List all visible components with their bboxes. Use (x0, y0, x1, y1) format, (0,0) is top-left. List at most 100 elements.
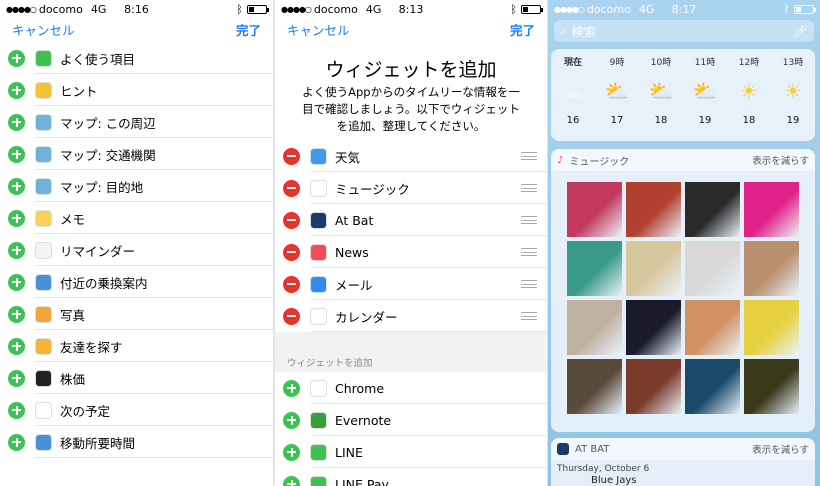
add-circle-icon[interactable] (8, 49, 25, 67)
add-widget-row[interactable]: 次の予定 (0, 394, 273, 426)
remove-circle-icon[interactable] (283, 179, 300, 197)
add-widget-row[interactable]: メモ (0, 202, 273, 234)
album-artwork[interactable] (744, 241, 799, 296)
album-artwork[interactable] (685, 359, 740, 414)
calendar-icon (310, 307, 327, 325)
add-circle-icon[interactable] (8, 337, 25, 355)
album-artwork[interactable] (685, 182, 740, 237)
add-widget-row[interactable]: 付近の乗換案内 (0, 266, 273, 298)
add-widget-row[interactable]: リマインダー (0, 234, 273, 266)
add-widget-row[interactable]: マップ: 目的地 (0, 170, 273, 202)
reorder-handle-icon[interactable] (521, 152, 537, 160)
add-widget-row[interactable]: 移動所要時間 (0, 426, 273, 458)
add-circle-icon[interactable] (8, 273, 25, 291)
active-widget-row[interactable]: メール (275, 268, 547, 300)
status-time: 8:17 (671, 2, 697, 16)
add-circle-icon[interactable] (8, 369, 25, 387)
remove-circle-icon[interactable] (283, 307, 300, 325)
add-widget-row[interactable]: LINE Pay (275, 468, 547, 486)
add-circle-icon[interactable] (8, 433, 25, 451)
reminders-icon (35, 241, 52, 259)
add-circle-icon[interactable] (8, 209, 25, 227)
add-circle-icon[interactable] (8, 113, 25, 131)
active-widget-row[interactable]: カレンダー (275, 300, 547, 332)
weather-temperature: 16 (566, 115, 580, 126)
active-widget-row[interactable]: 天気 (275, 140, 547, 172)
add-circle-icon[interactable] (8, 241, 25, 259)
remove-circle-icon[interactable] (283, 275, 300, 293)
widget-label: News (335, 244, 369, 260)
add-widget-row[interactable]: LINE (275, 436, 547, 468)
add-widget-row[interactable]: マップ: 交通機関 (0, 138, 273, 170)
album-artwork[interactable] (567, 182, 622, 237)
album-artwork[interactable] (744, 182, 799, 237)
add-circle-icon[interactable] (283, 475, 300, 486)
cloud-icon: ☁ (563, 79, 583, 103)
reorder-handle-icon[interactable] (521, 216, 537, 224)
remove-circle-icon[interactable] (283, 147, 300, 165)
widget-label: Chrome (335, 380, 385, 396)
microphone-icon[interactable]: 🎤︎ (793, 24, 808, 38)
album-artwork[interactable] (744, 300, 799, 355)
weather-widget[interactable]: 現在 9時 10時 11時 12時 13時 ☁ ⛅ ⛅ ⛅ ☀ ☀ 16 17 18 19 18 19 (551, 49, 815, 141)
add-widget-row[interactable]: 友達を探す (0, 330, 273, 362)
add-widget-row[interactable]: よく使う項目 (0, 42, 273, 74)
weather-hour-label: 13時 (782, 58, 804, 68)
reorder-handle-icon[interactable] (521, 312, 537, 320)
active-widget-row[interactable]: ミュージック (275, 172, 547, 204)
album-artwork[interactable] (685, 241, 740, 296)
nav-bar: キャンセル 完了 (0, 18, 273, 40)
reorder-handle-icon[interactable] (521, 280, 537, 288)
add-circle-icon[interactable] (8, 81, 25, 99)
add-circle-icon[interactable] (8, 305, 25, 323)
album-artwork[interactable] (626, 359, 681, 414)
remove-circle-icon[interactable] (283, 243, 300, 261)
add-circle-icon[interactable] (283, 379, 300, 397)
widget-label: Evernote (335, 412, 392, 428)
add-circle-icon[interactable] (8, 145, 25, 163)
done-button[interactable]: 完了 (510, 20, 535, 39)
remove-circle-icon[interactable] (283, 211, 300, 229)
album-artwork[interactable] (626, 300, 681, 355)
atbat-widget: AT BAT 表示を減らす Thursday, October 6 Blue J… (551, 438, 815, 486)
add-circle-icon[interactable] (8, 177, 25, 195)
add-circle-icon[interactable] (8, 401, 25, 419)
search-placeholder: 検索 (571, 24, 596, 39)
cancel-button[interactable]: キャンセル (287, 20, 350, 39)
widget-label: 株価 (60, 371, 86, 387)
active-widget-row[interactable]: News (275, 236, 547, 268)
cancel-button[interactable]: キャンセル (12, 20, 75, 39)
sun-icon: ☀ (784, 79, 802, 103)
add-circle-icon[interactable] (283, 443, 300, 461)
add-widget-row[interactable]: 株価 (0, 362, 273, 394)
page-title: ウィジェットを追加 (325, 59, 497, 81)
add-widget-row[interactable]: Chrome (275, 372, 547, 404)
done-button[interactable]: 完了 (236, 20, 261, 39)
add-circle-icon[interactable] (283, 411, 300, 429)
today-view-panel: ●●●●○ docomo 4G 8:17 ᛒ ⌕ 検索 🎤︎ 現在 9時 10時 11… (548, 0, 820, 486)
album-artwork[interactable] (626, 182, 681, 237)
add-widget-row[interactable]: 写真 (0, 298, 273, 330)
add-widget-row[interactable]: ヒント (0, 74, 273, 106)
widget-label: ヒント (60, 83, 98, 99)
game-date: Thursday, October 6 (557, 464, 650, 474)
lightbulb-icon (35, 81, 52, 99)
album-artwork[interactable] (626, 241, 681, 296)
show-less-button[interactable]: 表示を減らす (752, 442, 809, 456)
widget-label: 付近の乗換案内 (60, 275, 148, 291)
album-artwork[interactable] (685, 300, 740, 355)
active-widget-row[interactable]: At Bat (275, 204, 547, 236)
partly-sunny-icon: ⛅ (692, 79, 718, 103)
add-widget-row[interactable]: Evernote (275, 404, 547, 436)
widget-label: マップ: 交通機関 (60, 147, 156, 163)
album-artwork[interactable] (567, 300, 622, 355)
reorder-handle-icon[interactable] (521, 248, 537, 256)
album-artwork[interactable] (744, 359, 799, 414)
search-bar[interactable]: ⌕ 検索 🎤︎ (554, 20, 814, 42)
show-less-button[interactable]: 表示を減らす (752, 153, 809, 167)
widget-label: メール (335, 277, 373, 293)
album-artwork[interactable] (567, 241, 622, 296)
reorder-handle-icon[interactable] (521, 184, 537, 192)
add-widget-row[interactable]: マップ: この周辺 (0, 106, 273, 138)
album-artwork[interactable] (567, 359, 622, 414)
